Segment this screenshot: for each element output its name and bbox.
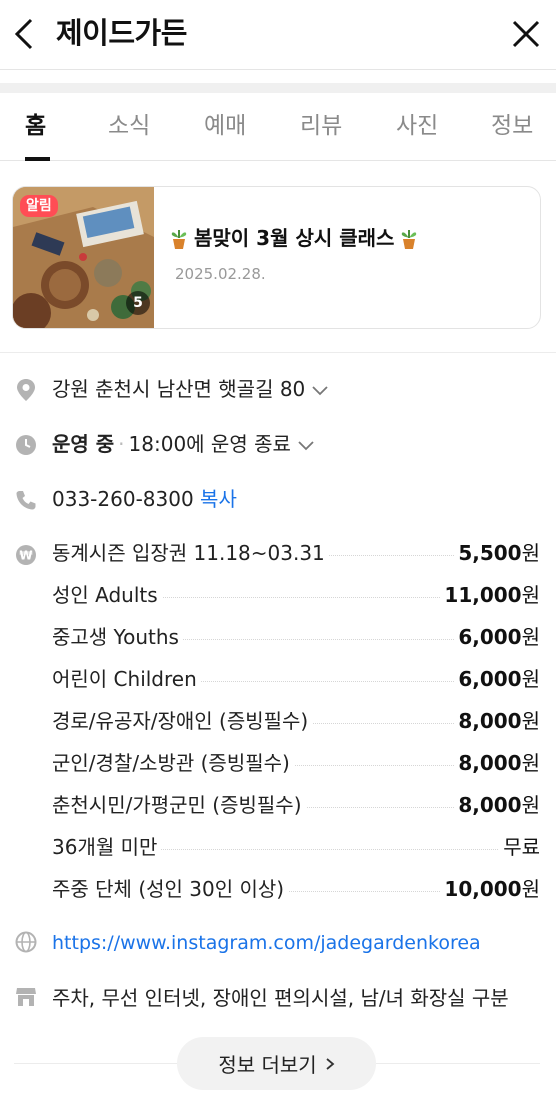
chevron-down-icon[interactable] xyxy=(311,385,329,397)
price-row: 성인 Adults 11,000원 xyxy=(52,578,540,612)
price-name: 경로/유공자/장애인 (증빙필수) xyxy=(52,704,313,738)
price-row: 어린이 Children 6,000원 xyxy=(52,662,540,696)
notice-card[interactable]: 알림 5 xyxy=(12,186,541,329)
close-icon xyxy=(512,20,540,48)
price-unit: 원 xyxy=(521,583,540,607)
price-value: 5,500원 xyxy=(454,536,540,570)
back-button[interactable] xyxy=(8,14,40,54)
price-amount: 5,500 xyxy=(458,541,522,565)
globe-icon xyxy=(14,930,38,954)
price-unit: 원 xyxy=(521,541,540,565)
price-amount: 8,000 xyxy=(458,709,522,733)
price-row: 동계시즌 입장권 11.18~03.31 5,500원 xyxy=(52,536,540,570)
open-status: 운영 중 xyxy=(52,432,115,456)
alert-badge: 알림 xyxy=(20,195,58,217)
hours-row[interactable]: 운영 중 · 18:00에 운영 종료 xyxy=(0,425,556,465)
price-unit: 원 xyxy=(521,751,540,775)
closing-time: 18:00에 운영 종료 xyxy=(128,432,291,456)
price-name: 36개월 미만 xyxy=(52,830,162,864)
price-amount: 8,000 xyxy=(458,751,522,775)
tab-photos[interactable]: 사진 xyxy=(396,109,438,143)
potted-plant-icon xyxy=(402,230,417,249)
price-name: 주중 단체 (성인 30인 이상) xyxy=(52,872,289,906)
price-unit: 무료 xyxy=(503,835,540,859)
tab-reviews[interactable]: 리뷰 xyxy=(300,109,342,143)
copy-button[interactable]: 복사 xyxy=(200,487,237,511)
price-name: 군인/경찰/소방관 (증빙필수) xyxy=(52,746,294,780)
clock-icon xyxy=(14,433,38,457)
phone-icon xyxy=(14,488,38,512)
price-row: 중고생 Youths 6,000원 xyxy=(52,620,540,654)
amenities-text[interactable]: 주차, 무선 인터넷, 장애인 편의시설, 남/녀 화장실 구분 xyxy=(52,983,540,1013)
price-value: 11,000원 xyxy=(440,578,540,612)
price-row: 주중 단체 (성인 30인 이상) 10,000원 xyxy=(52,872,540,906)
store-icon xyxy=(14,985,38,1009)
tab-bar: 홈 소식 예매 리뷰 사진 정보 xyxy=(0,93,556,161)
price-unit: 원 xyxy=(521,625,540,649)
tab-news[interactable]: 소식 xyxy=(108,109,150,143)
phone-number[interactable]: 033-260-8300 xyxy=(52,487,194,511)
svg-text:₩: ₩ xyxy=(19,549,33,563)
price-amount: 11,000 xyxy=(444,583,522,607)
price-amount: 6,000 xyxy=(458,667,522,691)
price-value: 6,000원 xyxy=(454,662,540,696)
price-unit: 원 xyxy=(521,877,540,901)
photo-count-badge: 5 xyxy=(126,291,150,315)
more-info-label: 정보 더보기 xyxy=(218,1053,317,1077)
top-bar: 제이드가든 xyxy=(0,0,556,70)
price-row: 36개월 미만 무료 xyxy=(52,830,540,864)
price-value: 8,000원 xyxy=(454,746,540,780)
notice-title-text: 봄맞이 3월 상시 클래스 xyxy=(194,226,395,250)
more-info-button[interactable]: 정보 더보기 xyxy=(177,1037,376,1090)
price-name: 성인 Adults xyxy=(52,578,162,612)
divider xyxy=(0,352,556,353)
price-row: 경로/유공자/장애인 (증빙필수) 8,000원 xyxy=(52,704,540,738)
location-pin-icon xyxy=(14,378,38,402)
price-unit: 원 xyxy=(521,667,540,691)
notice-title[interactable]: 봄맞이 3월 상시 클래스 xyxy=(168,222,420,254)
price-value: 6,000원 xyxy=(454,620,540,654)
address-row[interactable]: 강원 춘천시 남산면 햇골길 80 xyxy=(0,370,556,410)
chevron-right-icon xyxy=(326,1057,335,1070)
price-name: 어린이 Children xyxy=(52,662,201,696)
phone-row: 033-260-8300 복사 xyxy=(0,480,556,520)
price-amount: 10,000 xyxy=(444,877,522,901)
price-amount: 8,000 xyxy=(458,793,522,817)
potted-plant-icon xyxy=(171,230,187,249)
notice-date: 2025.02.28. xyxy=(175,265,266,283)
section-gap xyxy=(0,71,556,93)
price-value: 무료 xyxy=(499,830,540,864)
tab-home[interactable]: 홈 xyxy=(25,109,46,143)
price-unit: 원 xyxy=(521,793,540,817)
active-tab-indicator xyxy=(25,157,50,161)
notice-thumbnail: 알림 5 xyxy=(13,187,154,328)
price-value: 10,000원 xyxy=(440,872,540,906)
price-amount: 6,000 xyxy=(458,625,522,649)
price-value: 8,000원 xyxy=(454,788,540,822)
tab-booking[interactable]: 예매 xyxy=(204,109,246,143)
separator-dot: · xyxy=(118,432,125,456)
price-name: 중고생 Youths xyxy=(52,620,183,654)
won-icon: ₩ xyxy=(14,543,38,567)
chevron-left-icon xyxy=(14,18,33,50)
price-unit: 원 xyxy=(521,709,540,733)
price-name: 춘천시민/가평군민 (증빙필수) xyxy=(52,788,306,822)
price-value: 8,000원 xyxy=(454,704,540,738)
page-title: 제이드가든 xyxy=(56,16,187,50)
price-name: 동계시즌 입장권 11.18~03.31 xyxy=(52,536,329,570)
price-row: 춘천시민/가평군민 (증빙필수) 8,000원 xyxy=(52,788,540,822)
price-row: 군인/경찰/소방관 (증빙필수) 8,000원 xyxy=(52,746,540,780)
address-text: 강원 춘천시 남산면 햇골길 80 xyxy=(52,377,306,401)
website-link[interactable]: https://www.instagram.com/jadegardenkore… xyxy=(52,928,481,958)
chevron-down-icon[interactable] xyxy=(297,440,315,452)
close-button[interactable] xyxy=(506,14,546,54)
tab-info[interactable]: 정보 xyxy=(491,109,533,143)
